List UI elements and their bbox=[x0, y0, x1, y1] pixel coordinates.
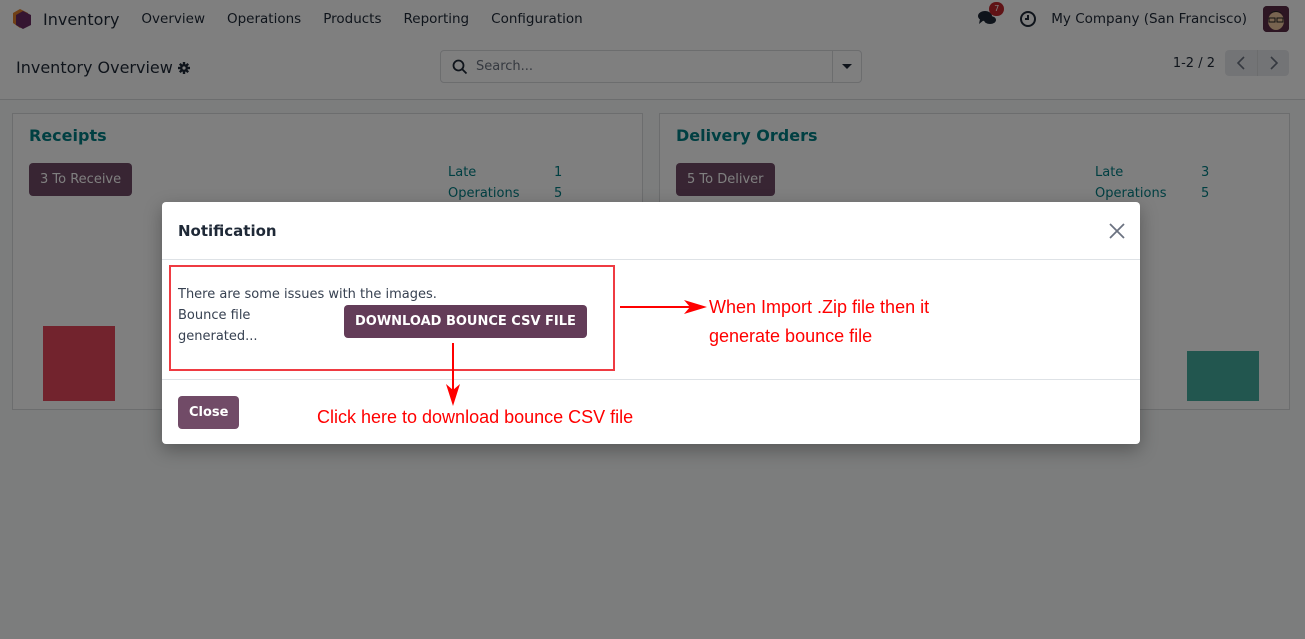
dialog-title: Notification bbox=[178, 222, 277, 240]
annotation-text: When Import .Zip file then it bbox=[709, 297, 930, 317]
close-icon[interactable] bbox=[1108, 222, 1126, 240]
annotation-text: Click here to download bounce CSV file bbox=[317, 407, 634, 427]
close-button[interactable]: Close bbox=[178, 396, 240, 429]
annotation-text: generate bounce file bbox=[709, 326, 873, 346]
annotation-highlight-box bbox=[169, 265, 615, 371]
dialog-header: Notification bbox=[162, 202, 1140, 260]
dialog-footer: Close bbox=[162, 380, 1140, 444]
